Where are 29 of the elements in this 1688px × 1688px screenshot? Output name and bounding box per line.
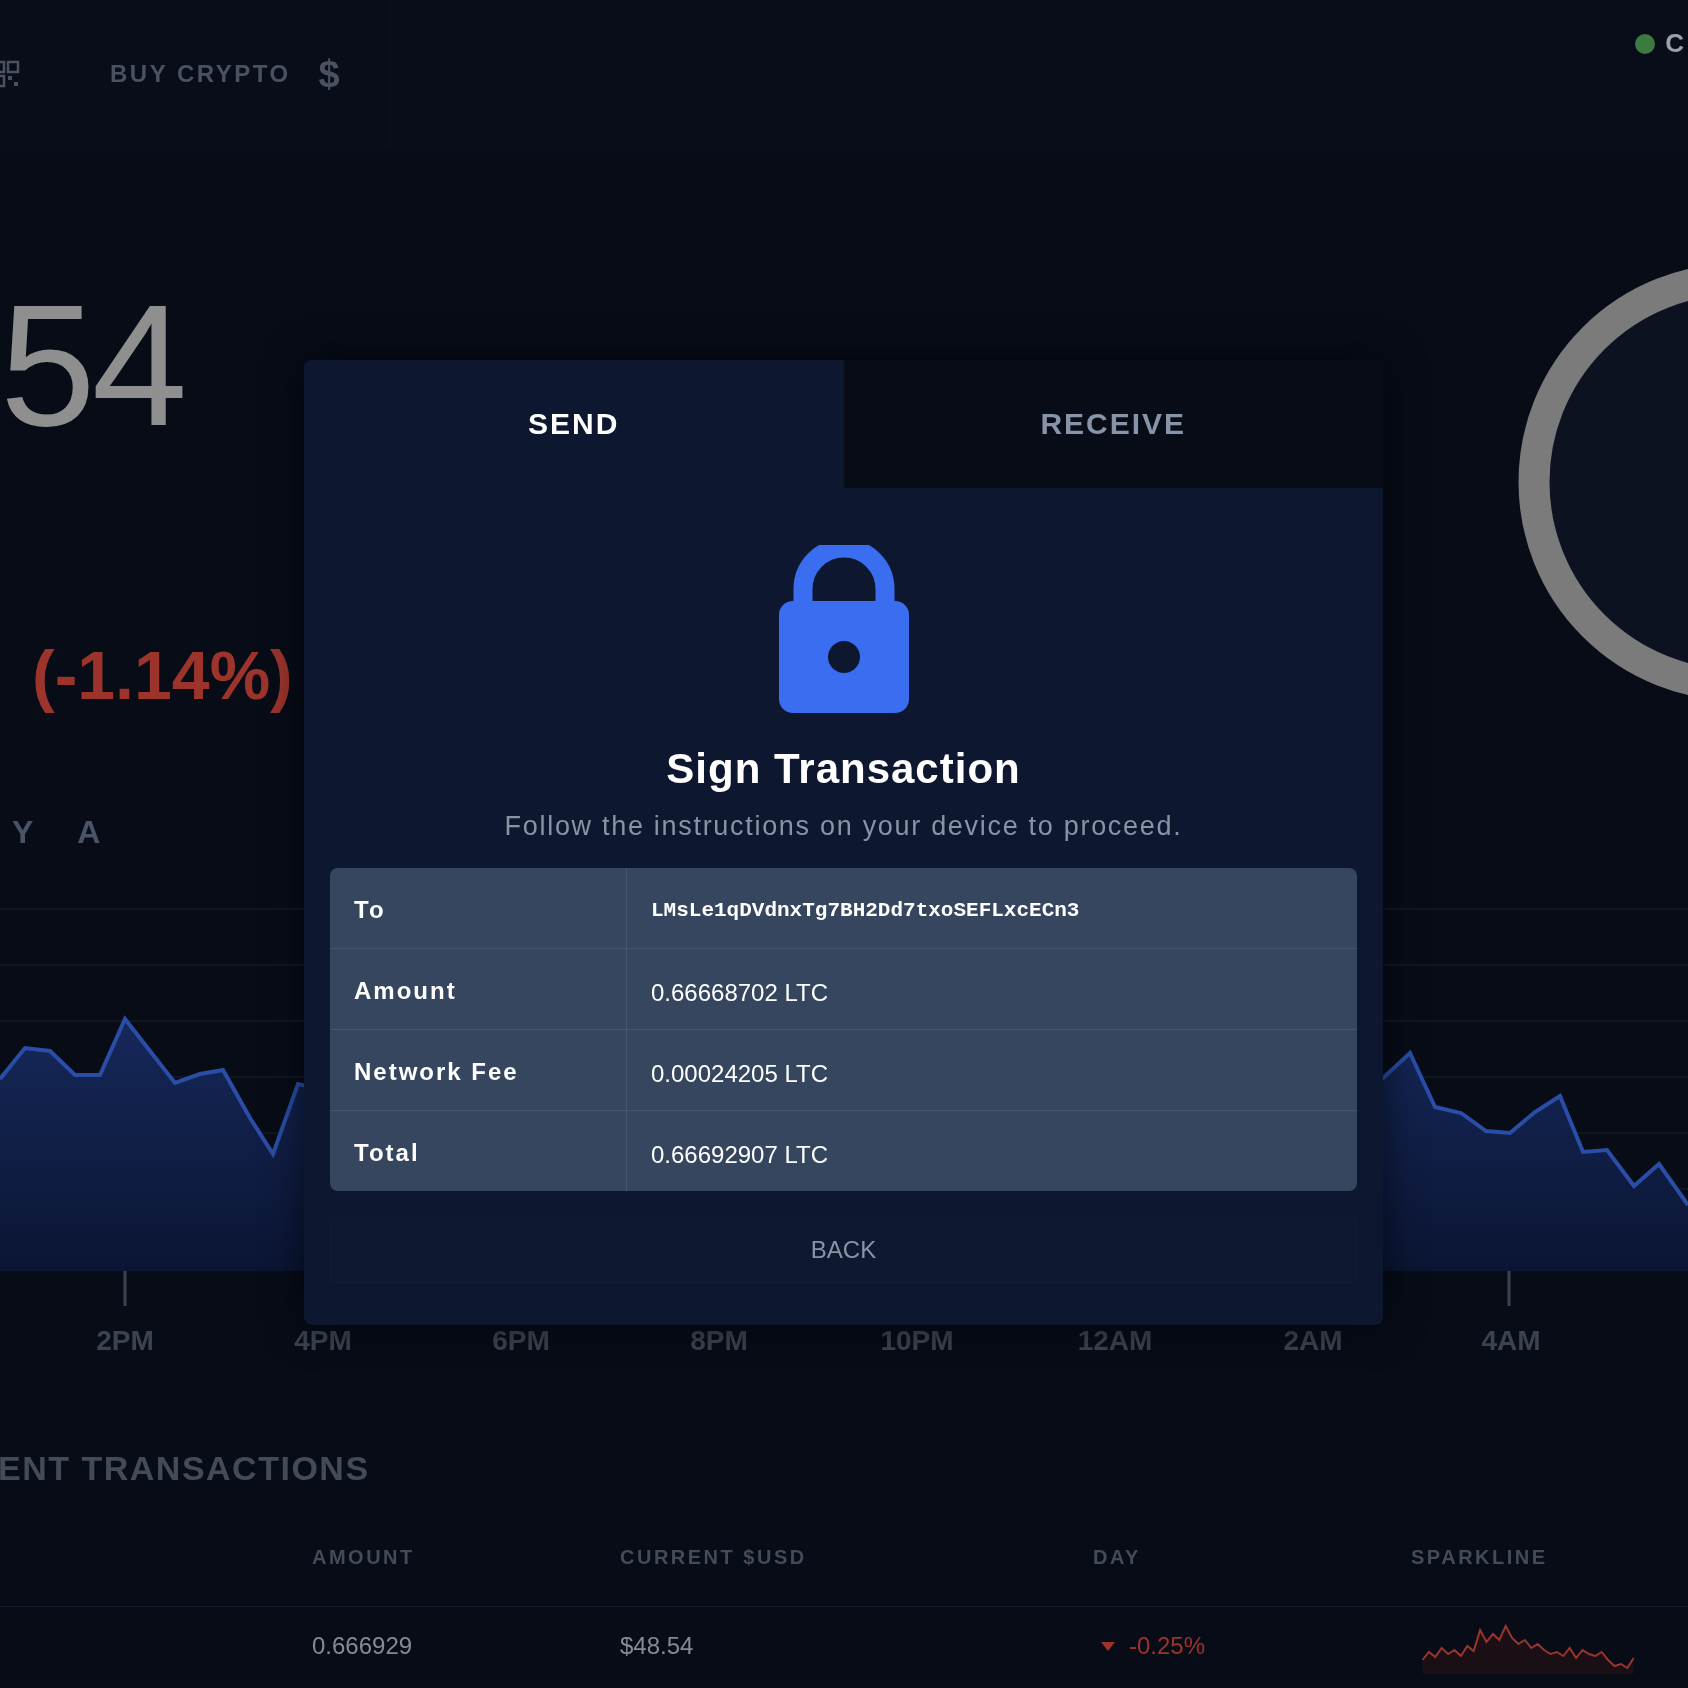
table-cell-text: 0.666929 <box>312 1632 414 1660</box>
currency-symbol: $ <box>318 52 340 96</box>
tab[interactable]: RECEIVE <box>843 360 1383 488</box>
tab[interactable]: SEND <box>304 360 844 488</box>
detail-value: LMsLe1qDVdnxTg7BH2Dd7txoSEFLxcECn3 <box>650 898 1081 924</box>
column-header: DAY <box>1093 1546 1142 1569</box>
status-label: C <box>1665 28 1684 59</box>
back-button[interactable]: BACK <box>330 1217 1357 1283</box>
table-cell-text: $48.54 <box>620 1632 695 1660</box>
detail-value: 0.66668702 LTC <box>650 978 830 1008</box>
time-axis-label: 2PM <box>95 1325 155 1357</box>
qr-code-icon[interactable] <box>0 60 20 88</box>
detail-label: Amount <box>330 949 627 1029</box>
table-cell: -0.25% <box>1129 1632 1206 1660</box>
detail-label: Network Fee <box>330 1030 627 1110</box>
dialog-subtitle: Follow the instructions on your device to proceed. <box>504 811 1183 842</box>
time-axis-label: 4AM <box>1480 1325 1542 1357</box>
price-value: 54 <box>0 279 184 451</box>
column-header: AMOUNT <box>312 1546 416 1569</box>
detail-value: 0.00024205 LTC <box>650 1059 830 1089</box>
column-header: CURRENT $USD <box>620 1546 808 1569</box>
dialog-title: Sign Transaction <box>666 745 1021 793</box>
detail-value: 0.66692907 LTC <box>650 1140 830 1170</box>
status-dot <box>1635 33 1656 54</box>
lock-icon <box>778 545 909 713</box>
detail-label: To <box>330 868 627 948</box>
detail-label: Total <box>330 1111 627 1191</box>
section-title: ENT TRANSACTIONS <box>0 1449 370 1488</box>
column-header: SPARKLINE <box>1411 1546 1549 1569</box>
